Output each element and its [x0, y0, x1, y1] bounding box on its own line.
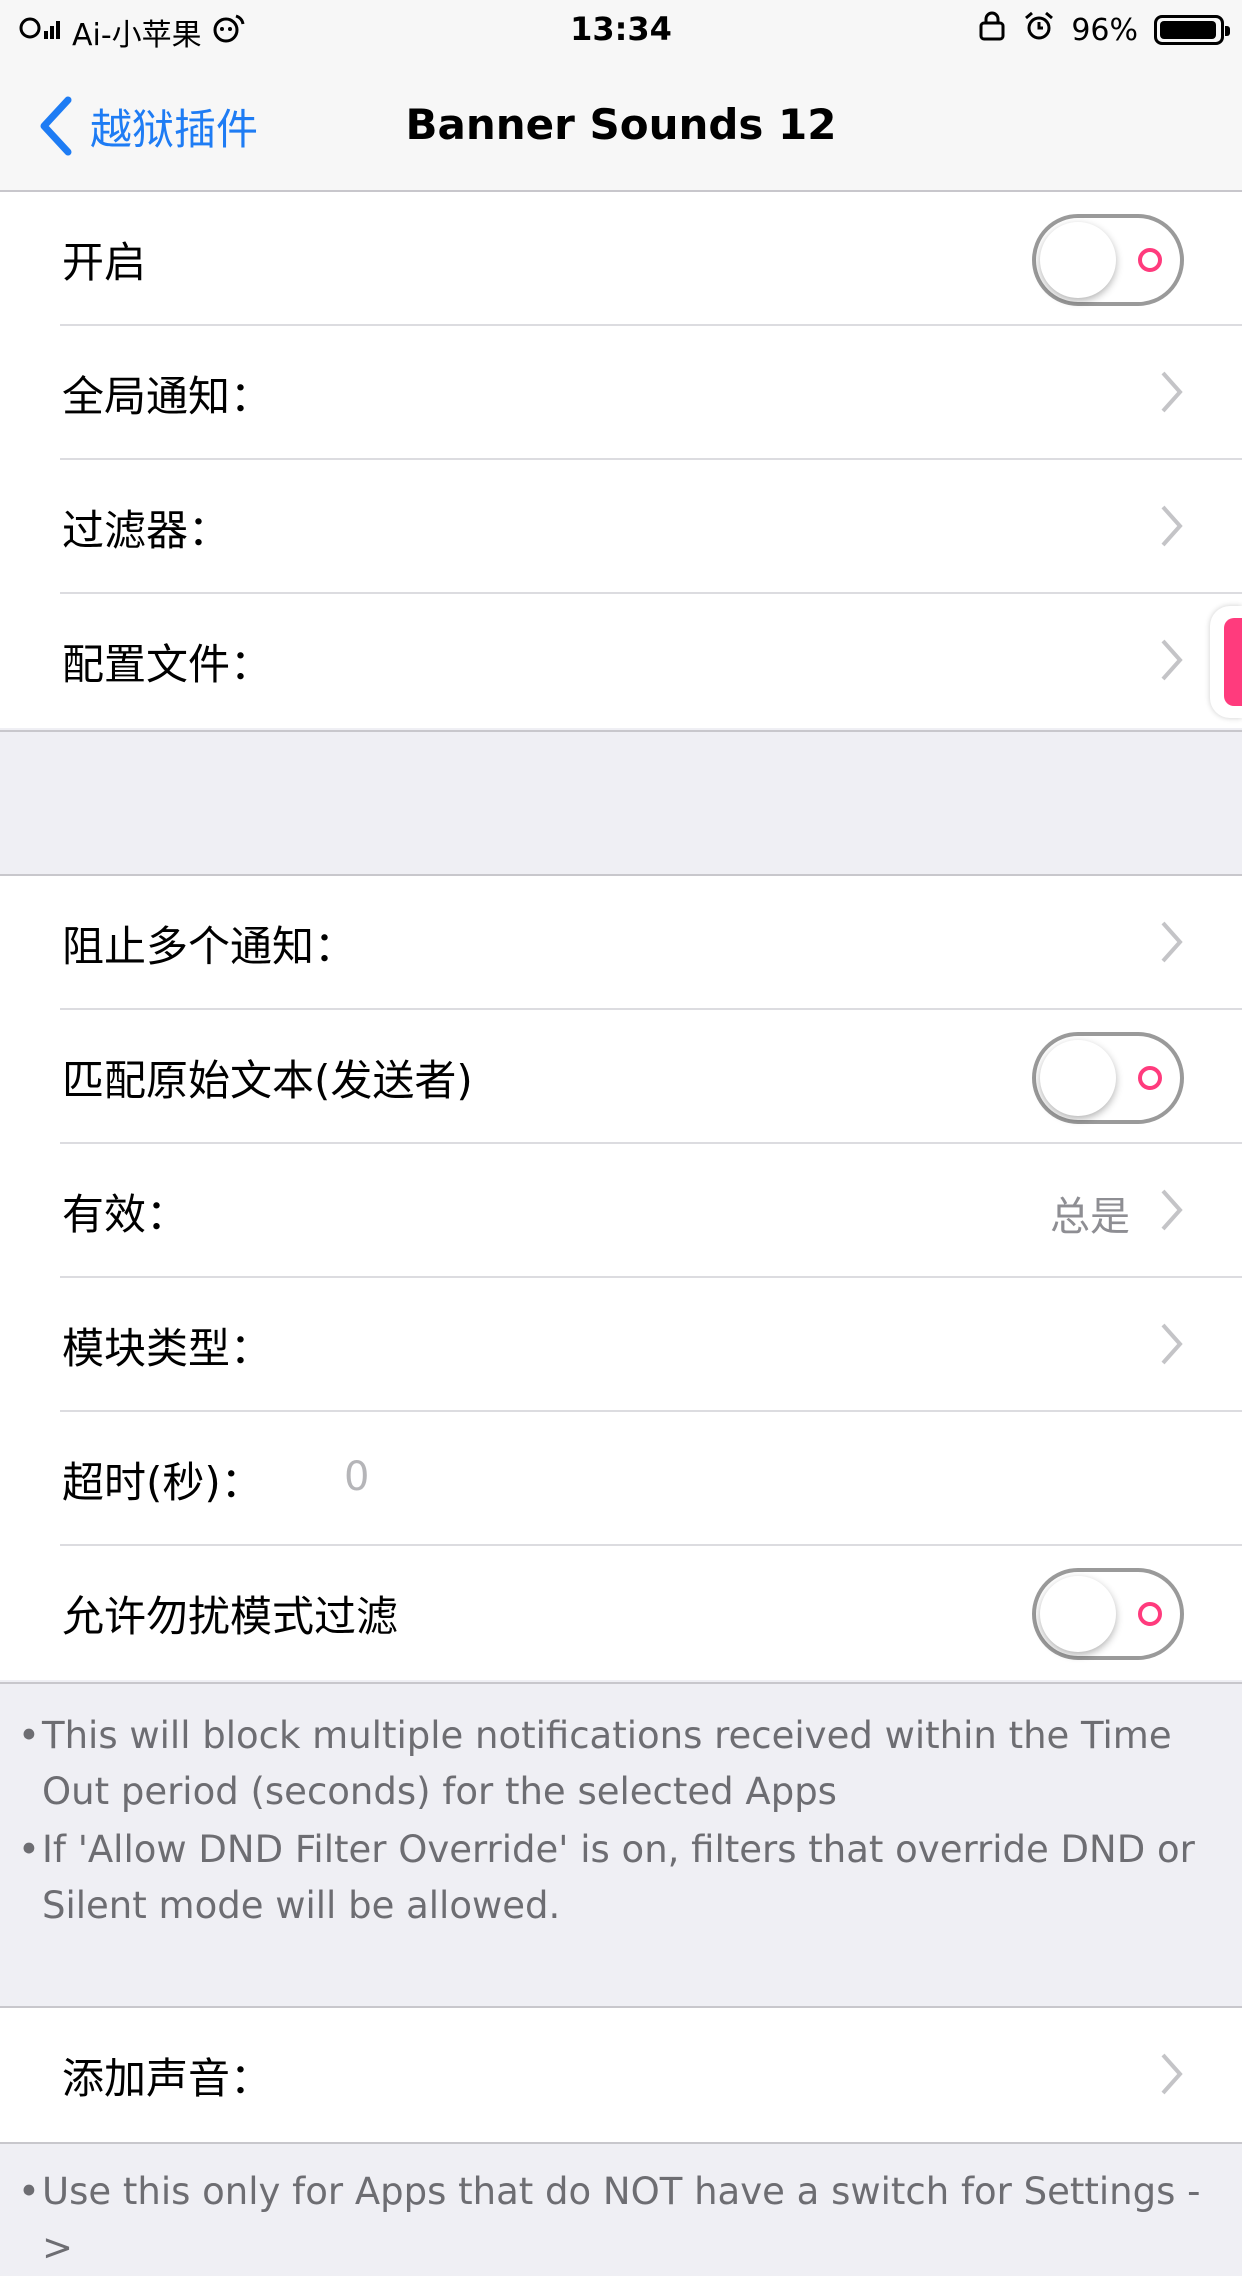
- page-title: Banner Sounds 12: [405, 100, 837, 149]
- settings-group-blocking: 阻止多个通知： 匹配原始文本(发送者) 有效： 总是 模块类型： 超时(秒)： …: [0, 876, 1242, 1680]
- row-active[interactable]: 有效： 总是: [0, 1144, 1242, 1278]
- module-type-label: 模块类型：: [62, 1323, 273, 1373]
- chevron-right-icon: [1161, 921, 1183, 963]
- row-enable: 开启: [0, 192, 1242, 326]
- group-separator: [0, 1682, 1242, 1684]
- floating-side-handle[interactable]: [1210, 606, 1242, 718]
- active-value: 总是: [1050, 1194, 1130, 1240]
- group-separator: [0, 730, 1242, 732]
- settings-group-sounds: 添加声音：: [0, 2008, 1242, 2142]
- row-match-text: 匹配原始文本(发送者): [0, 1010, 1242, 1144]
- footnote-sounds: Use this only for Apps that do NOT have …: [18, 2164, 1218, 2276]
- toggle-knob: [1040, 1040, 1116, 1116]
- match-text-toggle[interactable]: [1032, 1032, 1184, 1124]
- footnote-item: If 'Allow DND Filter Override' is on, fi…: [18, 1822, 1218, 1934]
- toggle-knob: [1040, 222, 1116, 298]
- battery-percent: 96%: [1071, 12, 1138, 48]
- footnote-item: This will block multiple notifications r…: [18, 1708, 1218, 1820]
- chevron-right-icon: [1161, 2053, 1183, 2095]
- add-sound-label: 添加声音：: [62, 2053, 273, 2103]
- enable-toggle[interactable]: [1032, 214, 1184, 306]
- lock-rotation-icon: [977, 10, 1007, 50]
- toggle-knob: [1040, 1576, 1116, 1652]
- row-module-type[interactable]: 模块类型：: [0, 1278, 1242, 1412]
- toggle-off-indicator-icon: [1138, 1602, 1162, 1626]
- status-bar: Ai-小苹果 13:34 96%: [0, 0, 1242, 64]
- filter-label: 过滤器：: [62, 505, 231, 555]
- timeout-input[interactable]: 0: [344, 1454, 369, 1500]
- active-label: 有效：: [62, 1189, 189, 1239]
- chevron-right-icon: [1161, 505, 1183, 547]
- row-add-sound[interactable]: 添加声音：: [0, 2008, 1242, 2142]
- row-block-multiple[interactable]: 阻止多个通知：: [0, 876, 1242, 1010]
- alarm-icon: [1023, 10, 1055, 50]
- chevron-right-icon: [1161, 1323, 1183, 1365]
- footnote-blocking: This will block multiple notifications r…: [18, 1708, 1218, 1934]
- timeout-label: 超时(秒)：: [62, 1457, 263, 1507]
- allow-dnd-toggle[interactable]: [1032, 1568, 1184, 1660]
- chevron-right-icon: [1161, 1189, 1183, 1231]
- row-timeout: 超时(秒)： 0: [0, 1412, 1242, 1546]
- allow-dnd-label: 允许勿扰模式过滤: [62, 1591, 399, 1641]
- navigation-bar: 越狱插件 Banner Sounds 12: [0, 64, 1242, 192]
- row-profile[interactable]: 配置文件：: [0, 594, 1242, 728]
- row-global-notify[interactable]: 全局通知：: [0, 326, 1242, 460]
- enable-label: 开启: [62, 237, 147, 287]
- match-text-label: 匹配原始文本(发送者): [62, 1055, 473, 1105]
- chevron-right-icon: [1161, 639, 1183, 681]
- battery-icon: [1154, 15, 1230, 45]
- status-right: 96%: [977, 10, 1230, 50]
- battery-fill: [1160, 21, 1216, 39]
- block-multiple-label: 阻止多个通知：: [62, 921, 357, 971]
- profile-label: 配置文件：: [62, 639, 273, 689]
- row-allow-dnd: 允许勿扰模式过滤: [0, 1546, 1242, 1680]
- group-separator: [0, 2142, 1242, 2144]
- chevron-right-icon: [1161, 371, 1183, 413]
- toggle-off-indicator-icon: [1138, 1066, 1162, 1090]
- global-notify-label: 全局通知：: [62, 371, 273, 421]
- settings-group-main: 开启 全局通知： 过滤器： 配置文件：: [0, 192, 1242, 728]
- row-filter[interactable]: 过滤器：: [0, 460, 1242, 594]
- footnote-item: Use this only for Apps that do NOT have …: [18, 2164, 1218, 2276]
- toggle-off-indicator-icon: [1138, 248, 1162, 272]
